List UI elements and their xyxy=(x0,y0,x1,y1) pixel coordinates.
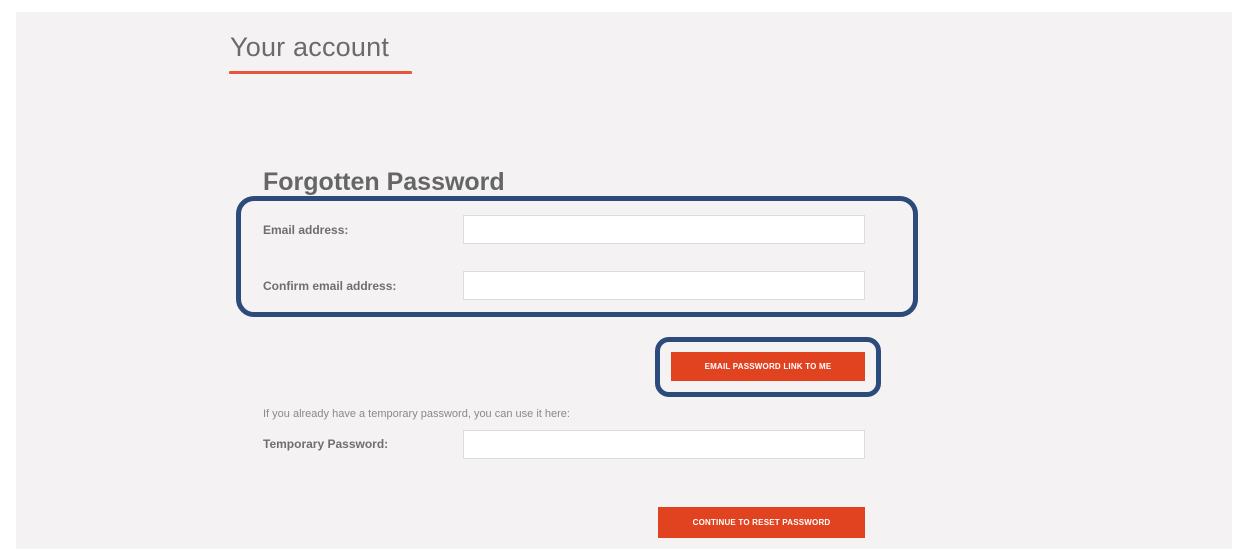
temporary-password-field[interactable] xyxy=(463,430,865,459)
continue-reset-password-button[interactable]: CONTINUE TO RESET PASSWORD xyxy=(658,507,865,538)
temporary-password-label: Temporary Password: xyxy=(263,437,389,451)
email-button-highlight xyxy=(655,337,881,397)
temporary-password-hint: If you already have a temporary password… xyxy=(263,408,570,420)
page-title: Your account xyxy=(230,32,390,62)
title-underline xyxy=(229,71,412,74)
email-fields-highlight xyxy=(236,196,918,317)
form-title: Forgotten Password xyxy=(263,168,505,196)
